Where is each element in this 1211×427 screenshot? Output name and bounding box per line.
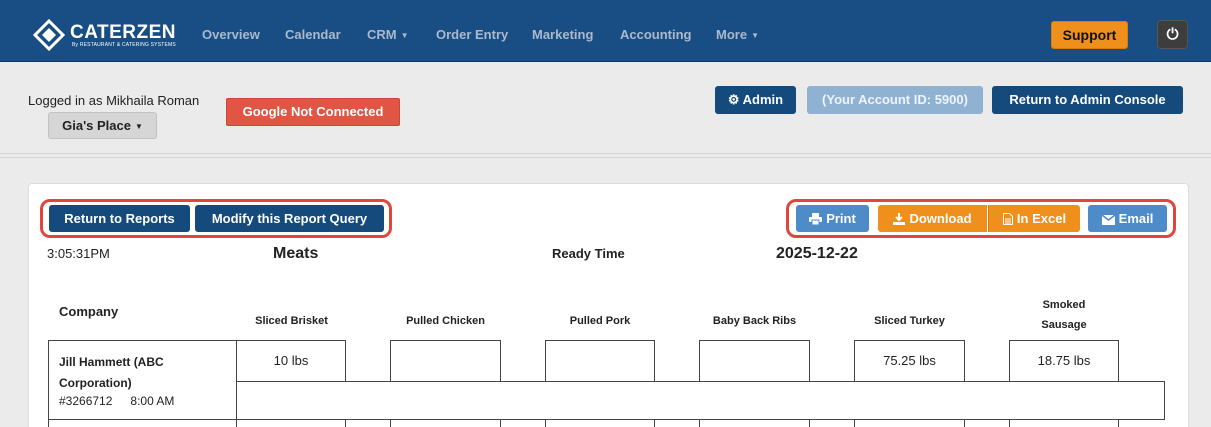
chevron-down-icon: ▼ bbox=[134, 122, 143, 131]
nav-crm-label: CRM bbox=[367, 27, 397, 42]
qty-cell bbox=[390, 419, 501, 427]
nav-calendar[interactable]: Calendar bbox=[285, 27, 341, 42]
qty-cell bbox=[545, 340, 655, 382]
download-icon bbox=[893, 213, 906, 225]
power-icon[interactable]: ⏻ bbox=[1157, 20, 1188, 49]
modify-report-query-button[interactable]: Modify this Report Query bbox=[195, 205, 384, 232]
nav-crm[interactable]: CRM ▼ bbox=[367, 27, 409, 42]
gear-icon: ⚙ bbox=[727, 92, 743, 107]
download-button[interactable]: Download bbox=[878, 205, 987, 232]
notes-cell bbox=[236, 381, 1165, 420]
place-label: Gia's Place bbox=[62, 118, 131, 133]
admin-button[interactable]: ⚙ Admin bbox=[715, 86, 796, 114]
report-title: Meats bbox=[273, 245, 319, 262]
nav-more[interactable]: More ▼ bbox=[716, 27, 759, 42]
envelope-icon bbox=[1101, 214, 1116, 225]
nav-more-label: More bbox=[716, 27, 748, 42]
logo-subtitle: By RESTAURANT & CATERING SYSTEMS bbox=[72, 41, 176, 48]
qty-cell bbox=[236, 419, 346, 427]
column-header: Baby Back Ribs bbox=[712, 315, 797, 327]
account-id-button[interactable]: (Your Account ID: 5900) bbox=[807, 86, 983, 114]
company-column-header: Company bbox=[59, 304, 119, 319]
qty-cell: 10 lbs bbox=[236, 340, 346, 382]
qty-cell bbox=[699, 340, 810, 382]
download-label: Download bbox=[909, 211, 972, 226]
in-excel-button[interactable]: In Excel bbox=[988, 205, 1080, 232]
header-divider bbox=[0, 153, 1211, 154]
file-icon bbox=[1002, 213, 1013, 225]
place-selector[interactable]: Gia's Place ▼ bbox=[48, 112, 157, 139]
qty-cell: 75.25 lbs bbox=[854, 340, 965, 382]
row-company: Jill Hammett (ABC Corporation) bbox=[59, 355, 164, 390]
qty-cell bbox=[545, 419, 655, 427]
nav-accounting[interactable]: Accounting bbox=[620, 27, 692, 42]
logo-icon bbox=[33, 19, 65, 51]
logged-in-text: Logged in as Mikhaila Roman bbox=[28, 93, 200, 108]
logo-name: CATERZEN bbox=[70, 21, 177, 43]
email-label: Email bbox=[1118, 211, 1154, 226]
qty-cell bbox=[390, 340, 501, 382]
return-to-reports-button[interactable]: Return to Reports bbox=[49, 205, 190, 232]
column-header: Pulled Chicken bbox=[406, 315, 485, 327]
column-header: Smoked Sausage bbox=[1041, 299, 1087, 331]
report-time: 3:05:31PM bbox=[47, 246, 110, 261]
print-label: Print bbox=[826, 211, 856, 226]
in-excel-label: In Excel bbox=[1016, 211, 1067, 226]
order-number: #3266712 bbox=[59, 394, 113, 408]
nav-overview[interactable]: Overview bbox=[202, 27, 260, 42]
order-time: 8:00 AM bbox=[130, 394, 175, 408]
google-status-button[interactable]: Google Not Connected bbox=[226, 98, 400, 126]
qty-cell bbox=[1009, 419, 1119, 427]
report-date: 2025-12-22 bbox=[776, 245, 858, 262]
admin-label: Admin bbox=[742, 92, 784, 107]
ready-time-label: Ready Time bbox=[552, 246, 625, 261]
qty-cell bbox=[854, 419, 965, 427]
column-header: Sliced Turkey bbox=[874, 315, 945, 327]
nav-marketing[interactable]: Marketing bbox=[532, 27, 593, 42]
column-header: Sliced Brisket bbox=[255, 315, 328, 327]
top-navbar: CATERZEN By RESTAURANT & CATERING SYSTEM… bbox=[0, 0, 1211, 62]
chevron-down-icon: ▼ bbox=[400, 31, 409, 40]
print-button[interactable]: Print bbox=[796, 205, 869, 232]
qty-cell bbox=[699, 419, 810, 427]
table-row bbox=[48, 419, 237, 427]
chevron-down-icon: ▼ bbox=[751, 31, 759, 40]
return-to-admin-console-button[interactable]: Return to Admin Console bbox=[992, 86, 1183, 114]
header-divider-2 bbox=[0, 157, 1211, 158]
row-order-info: #3266712 8:00 AM bbox=[59, 394, 174, 408]
nav-order-entry[interactable]: Order Entry bbox=[436, 27, 508, 42]
email-button[interactable]: Email bbox=[1088, 205, 1167, 232]
caterzen-logo[interactable]: CATERZEN By RESTAURANT & CATERING SYSTEM… bbox=[33, 19, 176, 51]
qty-cell: 18.75 lbs bbox=[1009, 340, 1119, 382]
column-header: Pulled Pork bbox=[569, 315, 631, 327]
support-button[interactable]: Support bbox=[1051, 21, 1128, 49]
print-icon bbox=[809, 213, 823, 226]
